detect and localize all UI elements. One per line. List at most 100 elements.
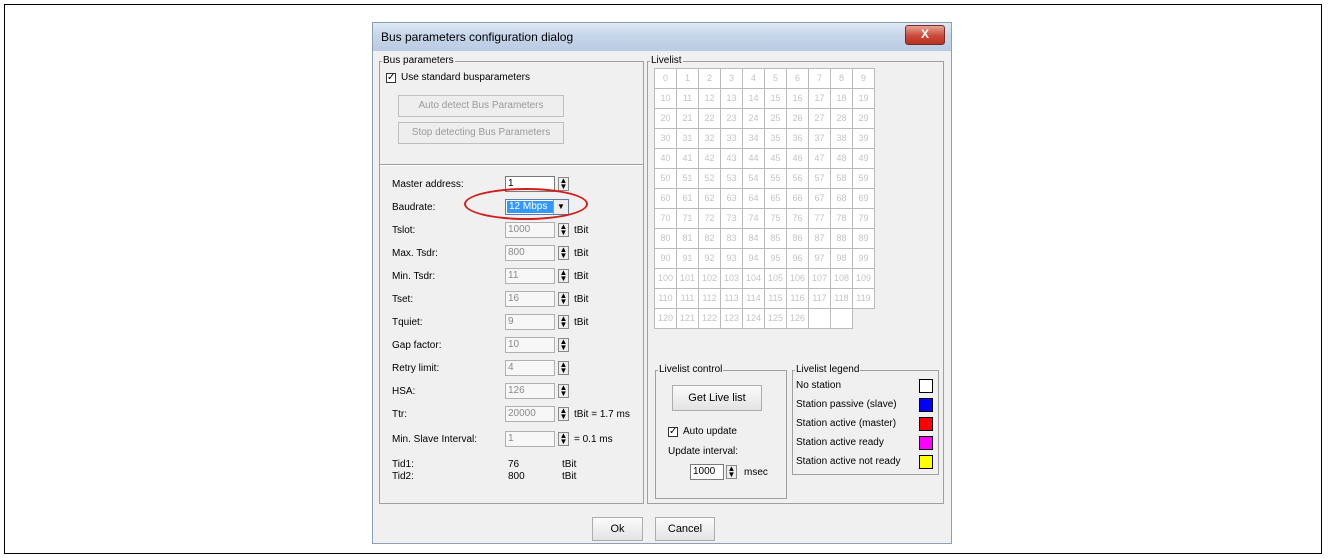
spin-arrows-icon[interactable]: ▲ ▼ [558,177,569,191]
field-unit: tBit [574,317,589,328]
livelist-cell: 109 [853,269,875,289]
livelist-cell: 11 [677,89,699,109]
livelist-cell: 40 [655,149,677,169]
livelist-cell: 47 [809,149,831,169]
livelist-cell: 103 [721,269,743,289]
title-bar[interactable]: Bus parameters configuration dialog X [373,23,951,51]
livelist-cell: 102 [699,269,721,289]
livelist-cell: 73 [721,209,743,229]
spin-arrows-icon[interactable]: ▲ ▼ [558,432,569,446]
spin-arrows-icon[interactable]: ▲ ▼ [558,269,569,283]
parameter-input[interactable]: 20000 [505,406,555,422]
parameter-spinner[interactable]: 16 ▲ ▼ [505,291,571,307]
parameter-spinner[interactable]: 1 ▲ ▼ [505,431,571,447]
livelist-cell: 67 [809,189,831,209]
livelist-cell: 37 [809,129,831,149]
livelist-cell: 46 [787,149,809,169]
cancel-button[interactable]: Cancel [655,517,715,541]
livelist-cell: 45 [765,149,787,169]
livelist-cell: 120 [655,309,677,329]
field-unit: tBit = 1.7 ms [574,409,630,420]
livelist-cell: 96 [787,249,809,269]
field-unit: = 0.1 ms [574,434,613,445]
livelist-cell: 28 [831,109,853,129]
livelist-cell: 35 [765,129,787,149]
spin-arrows-icon[interactable]: ▲ ▼ [726,465,737,479]
livelist-cell: 12 [699,89,721,109]
parameter-spinner[interactable]: 800 ▲ ▼ [505,245,571,261]
spin-arrows-icon[interactable]: ▲ ▼ [558,315,569,329]
spin-arrows-icon[interactable]: ▲ ▼ [558,384,569,398]
livelist-cell: 18 [831,89,853,109]
update-interval-input[interactable]: 1000 [690,464,724,480]
parameter-spinner[interactable]: 10 ▲ ▼ [505,337,571,353]
parameter-spinner[interactable]: 11 ▲ ▼ [505,268,571,284]
close-button[interactable]: X [905,25,945,45]
livelist-cell: 31 [677,129,699,149]
parameter-input[interactable]: 16 [505,291,555,307]
spin-arrows-icon[interactable]: ▲ ▼ [558,292,569,306]
parameter-spinner[interactable]: 1000 ▲ ▼ [505,222,571,238]
livelist-cell: 20 [655,109,677,129]
livelist-cell: 75 [765,209,787,229]
livelist-cell: 124 [743,309,765,329]
field-unit: tBit [574,225,589,236]
parameter-input[interactable]: 1 [505,431,555,447]
parameter-spinner[interactable]: 126 ▲ ▼ [505,383,571,399]
livelist-cell: 89 [853,229,875,249]
spin-arrows-icon[interactable]: ▲ ▼ [558,338,569,352]
livelist-control-group: Livelist control Get Live list ✓ Auto up… [655,364,787,499]
livelist-cell: 32 [699,129,721,149]
field-label: HSA: [392,386,416,397]
livelist-cell: 84 [743,229,765,249]
auto-detect-button[interactable]: Auto detect Bus Parameters [398,95,564,117]
tid1-label: Tid1: [392,459,414,470]
tid1-unit: tBit [562,459,577,470]
livelist-cell: 118 [831,289,853,309]
livelist-cell: 51 [677,169,699,189]
livelist-cell: 27 [809,109,831,129]
parameter-input[interactable]: 11 [505,268,555,284]
spin-arrows-icon[interactable]: ▲ ▼ [558,407,569,421]
livelist-cell: 43 [721,149,743,169]
use-standard-checkbox[interactable]: ✓ [386,73,396,83]
parameter-input[interactable]: 800 [505,245,555,261]
parameter-input[interactable]: 10 [505,337,555,353]
spin-arrows-icon[interactable]: ▲ ▼ [558,246,569,260]
livelist-cell: 54 [743,169,765,189]
bus-parameters-dialog: Bus parameters configuration dialog X Bu… [372,22,952,544]
livelist-cell: 56 [787,169,809,189]
livelist-cell: 63 [721,189,743,209]
field-label: Tslot: [392,225,416,236]
livelist-cell: 2 [699,69,721,89]
parameter-input[interactable]: 126 [505,383,555,399]
auto-update-checkbox[interactable]: ✓ [668,427,678,437]
parameter-spinner[interactable]: 9 ▲ ▼ [505,314,571,330]
livelist-cell: 6 [787,69,809,89]
spin-arrows-icon[interactable]: ▲ ▼ [558,223,569,237]
field-label: Max. Tsdr: [392,248,438,259]
livelist-cell: 1 [677,69,699,89]
parameter-input[interactable]: 9 [505,314,555,330]
update-interval-spinner[interactable]: 1000 ▲ ▼ [690,464,740,480]
tid2-unit: tBit [562,471,577,482]
legend-swatch [919,436,933,450]
spin-arrows-icon[interactable]: ▲ ▼ [558,361,569,375]
parameter-input[interactable]: 1000 [505,222,555,238]
legend-label: Station active (master) [796,418,897,429]
livelist-cell: 26 [787,109,809,129]
livelist-cell: 38 [831,129,853,149]
parameter-input[interactable]: 4 [505,360,555,376]
livelist-cell: 50 [655,169,677,189]
parameter-spinner[interactable]: 4 ▲ ▼ [505,360,571,376]
get-live-list-button[interactable]: Get Live list [672,385,762,411]
parameter-spinner[interactable]: 20000 ▲ ▼ [505,406,571,422]
livelist-cell: 34 [743,129,765,149]
tid1-value: 76 [508,459,520,470]
livelist-cell: 77 [809,209,831,229]
livelist-cell: 14 [743,89,765,109]
stop-detect-button[interactable]: Stop detecting Bus Parameters [398,122,564,144]
livelist-cell: 101 [677,269,699,289]
ok-button[interactable]: Ok [592,517,643,541]
livelist-cell: 21 [677,109,699,129]
